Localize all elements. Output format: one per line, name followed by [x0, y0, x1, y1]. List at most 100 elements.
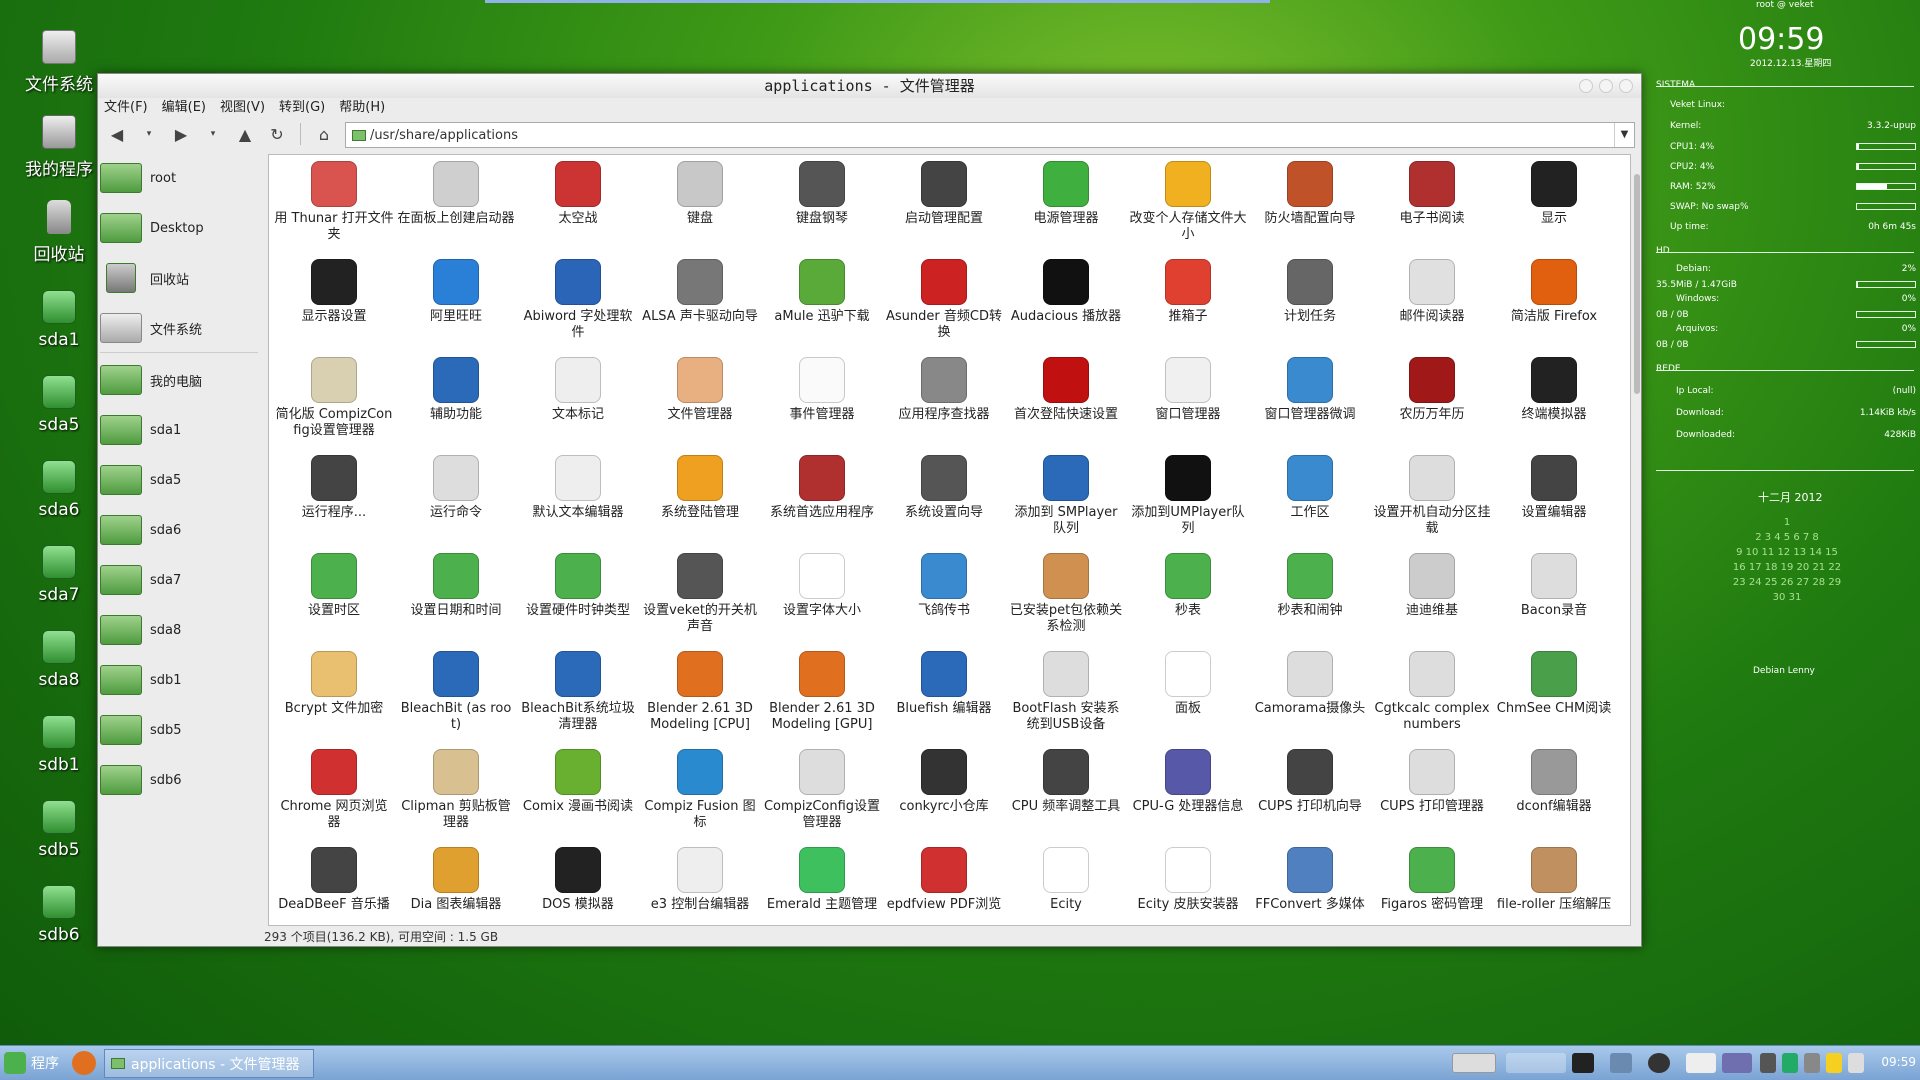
forward-dropdown-icon[interactable]: ▾ [200, 121, 226, 147]
app-launcher-item[interactable]: 运行命令 [396, 455, 516, 521]
app-launcher-item[interactable]: 默认文本编辑器 [518, 455, 638, 521]
browser-launcher-icon[interactable] [72, 1051, 96, 1075]
app-launcher-item[interactable]: 秒表和闹钟 [1250, 553, 1370, 619]
sidebar-item[interactable]: sda8 [100, 610, 258, 650]
taskbar-window-button[interactable]: applications - 文件管理器 [104, 1049, 314, 1078]
app-launcher-item[interactable]: Emerald 主题管理 [762, 847, 882, 913]
app-launcher-item[interactable]: 秒表 [1128, 553, 1248, 619]
app-launcher-item[interactable]: BootFlash 安装系统到USB设备 [1006, 651, 1126, 733]
app-launcher-item[interactable]: Clipman 剪贴板管理器 [396, 749, 516, 831]
app-launcher-item[interactable]: Ecity 皮肤安装器 [1128, 847, 1248, 913]
app-launcher-item[interactable]: Blender 2.61 3D Modeling [CPU] [640, 651, 760, 733]
app-launcher-item[interactable]: 计划任务 [1250, 259, 1370, 325]
app-launcher-item[interactable]: 设置开机自动分区挂载 [1372, 455, 1492, 537]
app-launcher-item[interactable]: 首次登陆快速设置 [1006, 357, 1126, 423]
app-launcher-item[interactable]: 简化版 CompizConfig设置管理器 [274, 357, 394, 439]
app-launcher-item[interactable]: 电子书阅读 [1372, 161, 1492, 227]
start-menu-button[interactable]: 程序 [4, 1051, 96, 1075]
app-launcher-item[interactable]: 启动管理配置 [884, 161, 1004, 227]
speaker-icon[interactable] [1648, 1053, 1670, 1073]
sidebar-item[interactable]: 我的电脑 [100, 360, 258, 400]
app-launcher-item[interactable]: dconf编辑器 [1494, 749, 1614, 815]
app-launcher-item[interactable]: CUPS 打印管理器 [1372, 749, 1492, 815]
up-arrow-icon[interactable]: ▲ [232, 121, 258, 147]
app-launcher-item[interactable]: Abiword 字处理软件 [518, 259, 638, 341]
app-launcher-item[interactable]: 系统设置向导 [884, 455, 1004, 521]
app-launcher-item[interactable]: 设置日期和时间 [396, 553, 516, 619]
app-launcher-item[interactable]: 阿里旺旺 [396, 259, 516, 325]
app-launcher-item[interactable]: 窗口管理器微调 [1250, 357, 1370, 423]
app-launcher-item[interactable]: CPU-G 处理器信息 [1128, 749, 1248, 815]
sidebar-item[interactable]: sdb6 [100, 760, 258, 800]
app-launcher-item[interactable]: Bluefish 编辑器 [884, 651, 1004, 717]
app-launcher-item[interactable]: CPU 频率调整工具 [1006, 749, 1126, 815]
window-titlebar[interactable]: applications - 文件管理器 [98, 74, 1641, 98]
app-launcher-item[interactable]: 简洁版 Firefox [1494, 259, 1614, 325]
app-launcher-item[interactable]: CompizConfig设置管理器 [762, 749, 882, 831]
app-launcher-item[interactable]: ALSA 声卡驱动向导 [640, 259, 760, 325]
app-launcher-item[interactable]: 工作区 [1250, 455, 1370, 521]
app-launcher-item[interactable]: 终端模拟器 [1494, 357, 1614, 423]
sidebar-item[interactable]: 回收站 [100, 258, 258, 298]
app-launcher-item[interactable]: 添加到 SMPlayer 队列 [1006, 455, 1126, 537]
app-launcher-item[interactable]: Camorama摄像头 [1250, 651, 1370, 717]
app-launcher-item[interactable]: FFConvert 多媒体 [1250, 847, 1370, 913]
app-launcher-item[interactable]: 运行程序... [274, 455, 394, 521]
location-bar[interactable]: /usr/share/applications ▼ [345, 122, 1635, 148]
sidebar-item[interactable]: sdb5 [100, 710, 258, 750]
app-launcher-item[interactable]: 设置编辑器 [1494, 455, 1614, 521]
reload-icon[interactable]: ↻ [264, 121, 290, 147]
app-launcher-item[interactable]: BleachBit (as root) [396, 651, 516, 733]
menu-item[interactable]: 转到(G) [279, 98, 325, 118]
app-launcher-item[interactable]: BleachBit系统垃圾清理器 [518, 651, 638, 733]
sidebar-item[interactable]: root [100, 158, 258, 198]
sidebar-item[interactable]: Desktop [100, 208, 258, 248]
app-launcher-item[interactable]: conkyrc小仓库 [884, 749, 1004, 815]
back-arrow-icon[interactable]: ◀ [104, 121, 130, 147]
monitor-icon[interactable] [1572, 1053, 1594, 1073]
app-launcher-item[interactable]: 设置字体大小 [762, 553, 882, 619]
app-launcher-item[interactable]: 邮件阅读器 [1372, 259, 1492, 325]
app-launcher-item[interactable]: CUPS 打印机向导 [1250, 749, 1370, 815]
vertical-scrollbar[interactable] [1633, 154, 1641, 926]
app-launcher-item[interactable]: Figaros 密码管理 [1372, 847, 1492, 913]
app-launcher-item[interactable]: 在面板上创建启动器 [396, 161, 516, 227]
app-launcher-item[interactable]: 设置硬件时钟类型 [518, 553, 638, 619]
scrollbar-thumb[interactable] [1634, 174, 1640, 394]
app-launcher-item[interactable]: 迪迪维基 [1372, 553, 1492, 619]
app-launcher-item[interactable]: 应用程序查找器 [884, 357, 1004, 423]
home-icon[interactable]: ⌂ [311, 121, 337, 147]
app-launcher-item[interactable]: 文本标记 [518, 357, 638, 423]
sidebar-item[interactable]: sda1 [100, 410, 258, 450]
forward-arrow-icon[interactable]: ▶ [168, 121, 194, 147]
menu-item[interactable]: 视图(V) [220, 98, 265, 118]
minimize-button[interactable] [1579, 79, 1593, 93]
app-launcher-item[interactable]: DOS 模拟器 [518, 847, 638, 913]
keyboard-icon[interactable] [1760, 1053, 1776, 1073]
app-launcher-item[interactable]: 设置veket的开关机声音 [640, 553, 760, 635]
app-launcher-item[interactable]: 太空战 [518, 161, 638, 227]
app-launcher-item[interactable]: 系统登陆管理 [640, 455, 760, 521]
back-dropdown-icon[interactable]: ▾ [136, 121, 162, 147]
sidebar-item[interactable]: sda5 [100, 460, 258, 500]
app-launcher-item[interactable]: 已安装pet包依赖关系检测 [1006, 553, 1126, 635]
menu-item[interactable]: 文件(F) [104, 98, 148, 118]
app-launcher-item[interactable]: Cgtkcalc complex numbers [1372, 651, 1492, 733]
app-launcher-item[interactable]: file-roller 压缩解压 [1494, 847, 1614, 913]
app-launcher-item[interactable]: 键盘 [640, 161, 760, 227]
sidebar-item[interactable]: sdb1 [100, 660, 258, 700]
app-launcher-item[interactable]: Comix 漫画书阅读 [518, 749, 638, 815]
taskbar-clock[interactable]: 09:59 [1881, 1055, 1916, 1069]
app-launcher-item[interactable]: 事件管理器 [762, 357, 882, 423]
app-launcher-item[interactable]: 面板 [1128, 651, 1248, 717]
network-icon[interactable] [1610, 1053, 1632, 1073]
menu-item[interactable]: 帮助(H) [339, 98, 385, 118]
pane-splitter[interactable] [261, 154, 265, 926]
app-launcher-item[interactable]: Compiz Fusion 图标 [640, 749, 760, 831]
battery-icon[interactable] [1782, 1053, 1798, 1073]
app-launcher-item[interactable]: 显示 [1494, 161, 1614, 227]
close-button[interactable] [1619, 79, 1633, 93]
app-launcher-item[interactable]: 电源管理器 [1006, 161, 1126, 227]
location-dropdown-icon[interactable]: ▼ [1614, 123, 1634, 147]
menu-item[interactable]: 编辑(E) [162, 98, 206, 118]
